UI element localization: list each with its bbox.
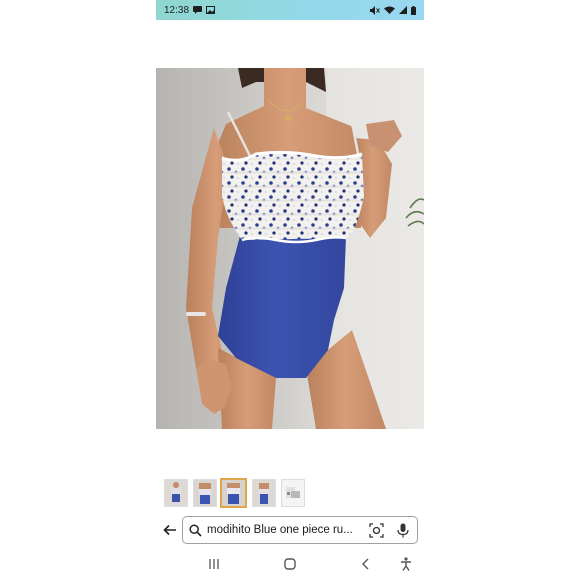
thumbnail-1[interactable] bbox=[164, 479, 188, 507]
product-main-image[interactable] bbox=[156, 68, 424, 429]
phone-screen: 12:38 modihito Blue one piece ru... bbox=[156, 0, 424, 580]
recents-icon[interactable] bbox=[206, 556, 222, 572]
battery-icon bbox=[411, 5, 416, 15]
thumbnail-5[interactable] bbox=[281, 479, 305, 507]
thumbnail-4[interactable] bbox=[252, 479, 276, 507]
status-bar: 12:38 bbox=[156, 0, 424, 20]
search-input[interactable]: modihito Blue one piece ru... bbox=[207, 517, 363, 543]
mute-icon bbox=[370, 5, 380, 15]
search-icon[interactable] bbox=[189, 524, 202, 542]
thumbnail-strip bbox=[156, 478, 424, 509]
home-icon[interactable] bbox=[282, 556, 298, 572]
signal-icon bbox=[399, 6, 407, 14]
search-row: modihito Blue one piece ru... bbox=[156, 515, 424, 545]
status-time: 12:38 bbox=[164, 4, 190, 16]
accessibility-icon[interactable] bbox=[398, 556, 414, 572]
thumbnail-2[interactable] bbox=[193, 479, 217, 507]
wifi-icon bbox=[384, 6, 395, 14]
system-nav-bar bbox=[156, 552, 424, 576]
back-arrow-icon[interactable] bbox=[162, 522, 178, 538]
search-box[interactable]: modihito Blue one piece ru... bbox=[182, 516, 418, 544]
microphone-icon[interactable] bbox=[397, 523, 409, 543]
message-icon bbox=[193, 6, 203, 14]
thumbnail-3[interactable] bbox=[220, 478, 247, 508]
camera-lens-icon[interactable] bbox=[369, 523, 384, 543]
back-nav-icon[interactable] bbox=[357, 556, 373, 572]
image-icon bbox=[206, 6, 216, 14]
